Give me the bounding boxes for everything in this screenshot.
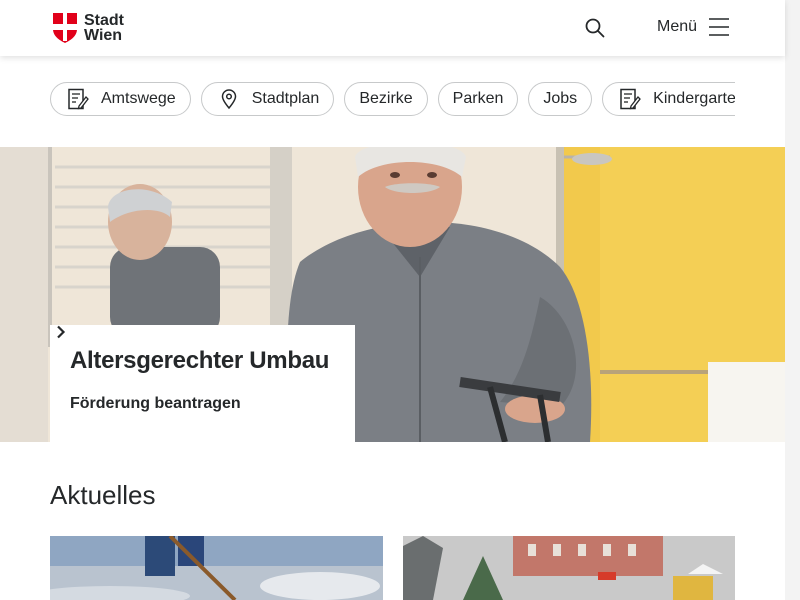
hero-link[interactable]: Förderung beantragen xyxy=(57,325,335,413)
logo-line-1: Stadt xyxy=(84,12,124,29)
form-icon xyxy=(68,88,89,110)
hamburger-icon xyxy=(709,18,730,36)
quicklink-label: Jobs xyxy=(543,90,578,107)
stadt-wien-logo[interactable]: Stadt Wien xyxy=(53,12,124,44)
quicklink-label: Kindergarten xyxy=(653,90,735,107)
news-image-1 xyxy=(50,536,383,600)
quicklink-bezirke[interactable]: Bezirke xyxy=(344,82,428,116)
search-icon xyxy=(585,18,605,38)
quicklink-amtswege[interactable]: Amtswege xyxy=(50,82,191,116)
scrollbar[interactable] xyxy=(785,0,800,600)
hero-card: Altersgerechter Umbau Förderung beantrag… xyxy=(50,325,355,442)
menu-label: Menü xyxy=(657,18,698,35)
menu-button[interactable]: Menü xyxy=(657,17,730,37)
quicklink-label: Stadtplan xyxy=(251,90,320,107)
news-image-2 xyxy=(403,536,735,600)
logo-line-2: Wien xyxy=(84,27,123,44)
hero-link-label: Förderung beantragen xyxy=(70,395,241,412)
news-card-2[interactable] xyxy=(403,536,735,600)
quicklink-kindergarten[interactable]: Kindergarten xyxy=(602,82,735,116)
site-header: Stadt Wien Menü xyxy=(0,0,785,56)
search-button[interactable] xyxy=(584,17,606,39)
map-pin-icon xyxy=(221,89,236,110)
section-title-aktuelles: Aktuelles xyxy=(50,480,156,510)
quicklink-parken[interactable]: Parken xyxy=(437,82,519,116)
quicklink-jobs[interactable]: Jobs xyxy=(528,82,593,116)
form-icon xyxy=(620,88,642,110)
quicklinks-bar: Amtswege Stadtplan Bezirke Parken Jobs K… xyxy=(50,82,735,116)
hero-teaser[interactable]: Altersgerechter Umbau Förderung beantrag… xyxy=(0,147,785,442)
hero-title: Altersgerechter Umbau xyxy=(70,347,330,374)
news-card-1[interactable] xyxy=(50,536,383,600)
logo-text: Stadt Wien xyxy=(84,12,124,44)
wien-shield-icon xyxy=(53,13,77,43)
quicklink-stadtplan[interactable]: Stadtplan xyxy=(200,82,335,116)
quicklink-label: Amtswege xyxy=(101,90,176,107)
quicklink-label: Parken xyxy=(452,90,504,107)
quicklink-label: Bezirke xyxy=(359,90,413,107)
chevron-right-icon xyxy=(57,325,66,339)
